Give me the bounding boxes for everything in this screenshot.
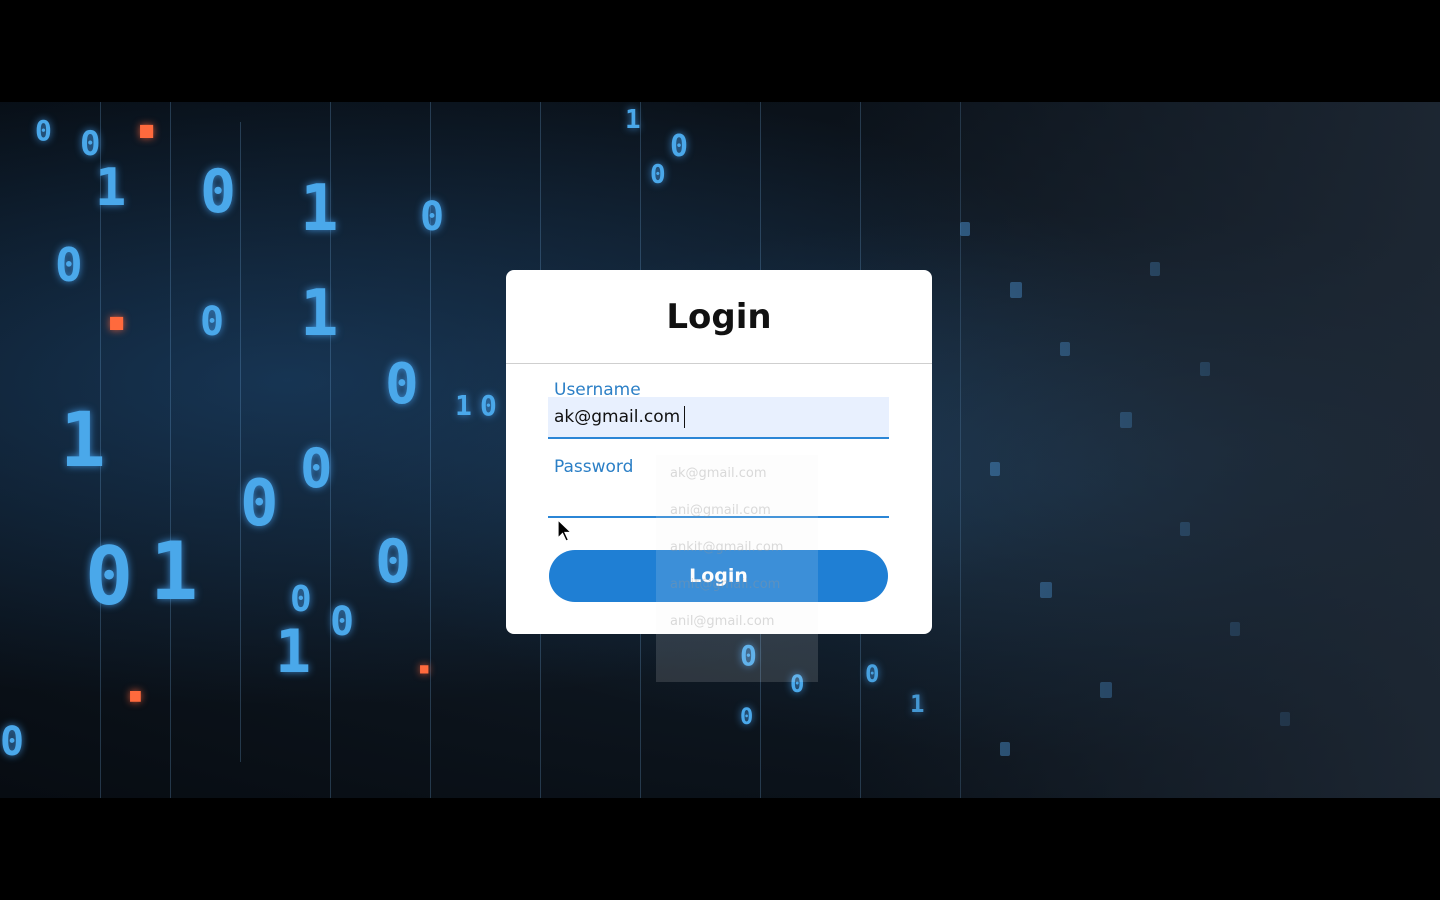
autofill-item[interactable]: ankit@gmail.com	[656, 529, 818, 566]
background-digit: 0	[35, 114, 52, 147]
background-digit: 0	[375, 527, 412, 597]
background-line	[170, 102, 171, 798]
background-digit: 0	[740, 705, 754, 730]
background-digit: 0	[290, 579, 312, 620]
background-digit: 1	[150, 525, 199, 618]
background-digit: 1	[95, 158, 127, 218]
background-digit: 0	[80, 124, 101, 164]
background-digit: 0	[385, 352, 419, 417]
background-digit: ■	[420, 661, 429, 677]
background-digit: 1	[275, 617, 312, 687]
background-line	[240, 122, 241, 762]
background-digit: 0	[85, 530, 134, 623]
background-digit: 0	[200, 299, 225, 345]
background-digit: 1	[625, 105, 641, 135]
background-digit: 0	[240, 467, 279, 541]
background-digit: 0	[330, 599, 355, 645]
background-digit: ■	[110, 310, 124, 335]
background-digit: 0	[55, 238, 83, 292]
background-digit: 0	[0, 719, 25, 765]
title-divider	[506, 363, 932, 364]
background-digit: 1	[300, 277, 339, 351]
autofill-item[interactable]: amit@gmail.com	[656, 566, 818, 603]
autofill-dropdown[interactable]: ak@gmail.com ani@gmail.com ankit@gmail.c…	[656, 455, 818, 682]
background-digit: 1	[300, 172, 339, 246]
autofill-item[interactable]: ani@gmail.com	[656, 492, 818, 529]
background-digit: ■	[140, 118, 154, 143]
background-digit: ■	[130, 685, 141, 706]
text-caret	[684, 406, 685, 428]
background-digit: 0	[670, 129, 689, 164]
background-digit: 0	[200, 157, 237, 227]
autofill-item[interactable]: ak@gmail.com	[656, 455, 818, 492]
background-digit: 1	[60, 395, 106, 484]
background-digit: 0	[480, 389, 497, 422]
autofill-item[interactable]: anil@gmail.com	[656, 603, 818, 640]
background-digit: 0	[650, 160, 666, 190]
password-label: Password	[554, 457, 634, 477]
background-digit: 0	[300, 437, 333, 500]
username-input[interactable]	[548, 397, 889, 439]
login-title: Login	[666, 297, 772, 337]
background-digit: 0	[420, 194, 445, 240]
mouse-cursor-icon	[557, 519, 573, 542]
background-digit: 1	[455, 389, 472, 422]
